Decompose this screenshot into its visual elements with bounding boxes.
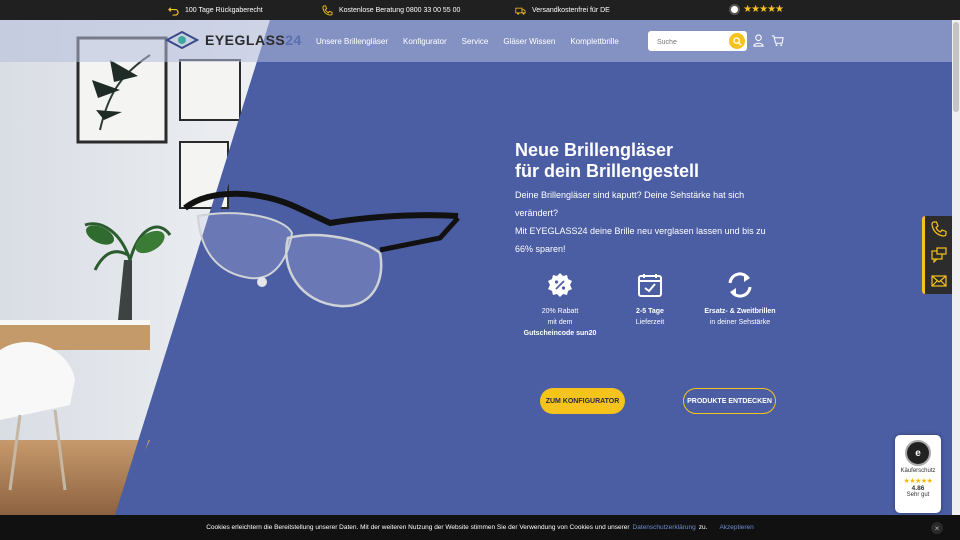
hero-section: [0, 20, 960, 515]
scrollbar-thumb[interactable]: [953, 22, 959, 112]
feature-delivery-line2: Lieferzeit: [635, 319, 665, 326]
trusted-shops-seal-icon: e: [905, 440, 931, 466]
search-button[interactable]: [729, 33, 745, 49]
trusted-shops-badge[interactable]: e Käuferschutz ★★★★★ 4.86 Sehr gut: [895, 435, 941, 513]
search-box: [648, 31, 747, 53]
page-scrollbar[interactable]: [952, 20, 960, 515]
cart-icon[interactable]: [771, 34, 784, 47]
refresh-icon: [728, 272, 752, 298]
nav-item-glaeser-wissen[interactable]: Gläser Wissen: [503, 37, 555, 46]
return-policy: 100 Tage Rückgaberecht: [168, 0, 263, 20]
shipping-info: Versandkostenfrei für DE: [515, 0, 610, 20]
configurator-button[interactable]: Zum Konfigurator: [540, 388, 625, 414]
eye-logo-icon: [165, 30, 199, 50]
return-arrow-icon: [168, 6, 179, 16]
hero-description: Deine Brillengläser sind kaputt? Deine S…: [515, 186, 785, 258]
nav-item-komplettbrille[interactable]: Komplettbrille: [570, 37, 618, 46]
header-icons: [752, 34, 784, 47]
hero-title: Neue Brillengläser für dein Brillengeste…: [515, 140, 700, 181]
glasses-image: [183, 190, 460, 308]
logo-text: EYEGLASS24: [205, 32, 302, 48]
top-bar: 100 Tage Rückgaberecht Kostenlose Beratu…: [0, 0, 960, 20]
badge-stars: ★★★★★: [903, 478, 933, 485]
mail-icon[interactable]: [930, 273, 947, 289]
search-input[interactable]: [648, 32, 718, 53]
privacy-link[interactable]: Datenschutzerklärung: [633, 524, 696, 531]
nav-item-konfigurator[interactable]: Konfigurator: [403, 37, 447, 46]
site-header: EYEGLASS24 Unsere Brillengläser Konfigur…: [0, 20, 960, 62]
discount-badge-icon: [548, 273, 572, 297]
shipping-text: Versandkostenfrei für DE: [532, 6, 610, 14]
hero-text-1: Deine Brillengläser sind kaputt? Deine S…: [515, 190, 745, 218]
search-icon: [732, 36, 742, 46]
cookie-close-button[interactable]: ×: [931, 522, 943, 534]
return-policy-text: 100 Tage Rückgaberecht: [185, 6, 263, 14]
hero-image: [0, 20, 280, 515]
feature-discount-line2: mit dem: [547, 319, 573, 326]
cookie-banner: Cookies erleichtern die Bereitstellung u…: [0, 515, 960, 540]
badge-rating-text: Sehr gut: [906, 492, 930, 498]
rating-stars: ★★★★★: [743, 4, 784, 15]
buyer-protection-label: Käuferschutz: [900, 468, 936, 474]
discover-products-button[interactable]: Produkte entdecken: [683, 388, 776, 414]
nav-item-service[interactable]: Service: [462, 37, 489, 46]
contact-side-panel: [922, 216, 952, 294]
phone-contact-icon[interactable]: [930, 221, 947, 237]
feature-delivery-line1: 2-5 Tage: [636, 308, 664, 315]
hero-text-2: Mit EYEGLASS24 deine Brille neu verglase…: [515, 226, 766, 254]
user-icon[interactable]: [752, 34, 765, 47]
truck-icon: [515, 7, 526, 15]
feature-delivery: 2-5 Tage Lieferzeit: [600, 268, 700, 328]
nav-item-brillenglaeser[interactable]: Unsere Brillengläser: [316, 37, 388, 46]
trusted-seal-icon: [729, 4, 741, 15]
cookie-text: Cookies erleichtern die Bereitstellung u…: [206, 524, 630, 531]
phone-icon: [322, 4, 333, 16]
cookie-suffix: zu.: [698, 524, 708, 531]
top-rating[interactable]: ★★★★★: [729, 4, 784, 15]
chat-icon[interactable]: [930, 247, 947, 263]
badge-score: 4.86: [911, 485, 925, 492]
main-nav: Unsere Brillengläser Konfigurator Servic…: [316, 20, 619, 62]
feature-discount-line3: Gutscheincode sun20: [523, 330, 597, 337]
calendar-check-icon: [638, 274, 662, 297]
phone-info[interactable]: Kostenlose Beratung 0800 33 00 55 00: [322, 0, 460, 20]
phone-text: Kostenlose Beratung 0800 33 00 55 00: [339, 6, 461, 14]
feature-replacement: Ersatz- & Zweitbrillen in deiner Sehstär…: [690, 268, 790, 328]
feature-discount-line1: 20% Rabatt: [541, 308, 579, 315]
feature-discount: 20% Rabatt mit dem Gutscheincode sun20: [510, 268, 610, 339]
feature-replacement-line1: Ersatz- & Zweitbrillen: [704, 308, 776, 315]
brand-logo[interactable]: EYEGLASS24: [165, 30, 302, 50]
cookie-accept-link[interactable]: Akzeptieren: [719, 524, 753, 531]
feature-replacement-line2: in deiner Sehstärke: [709, 319, 771, 326]
